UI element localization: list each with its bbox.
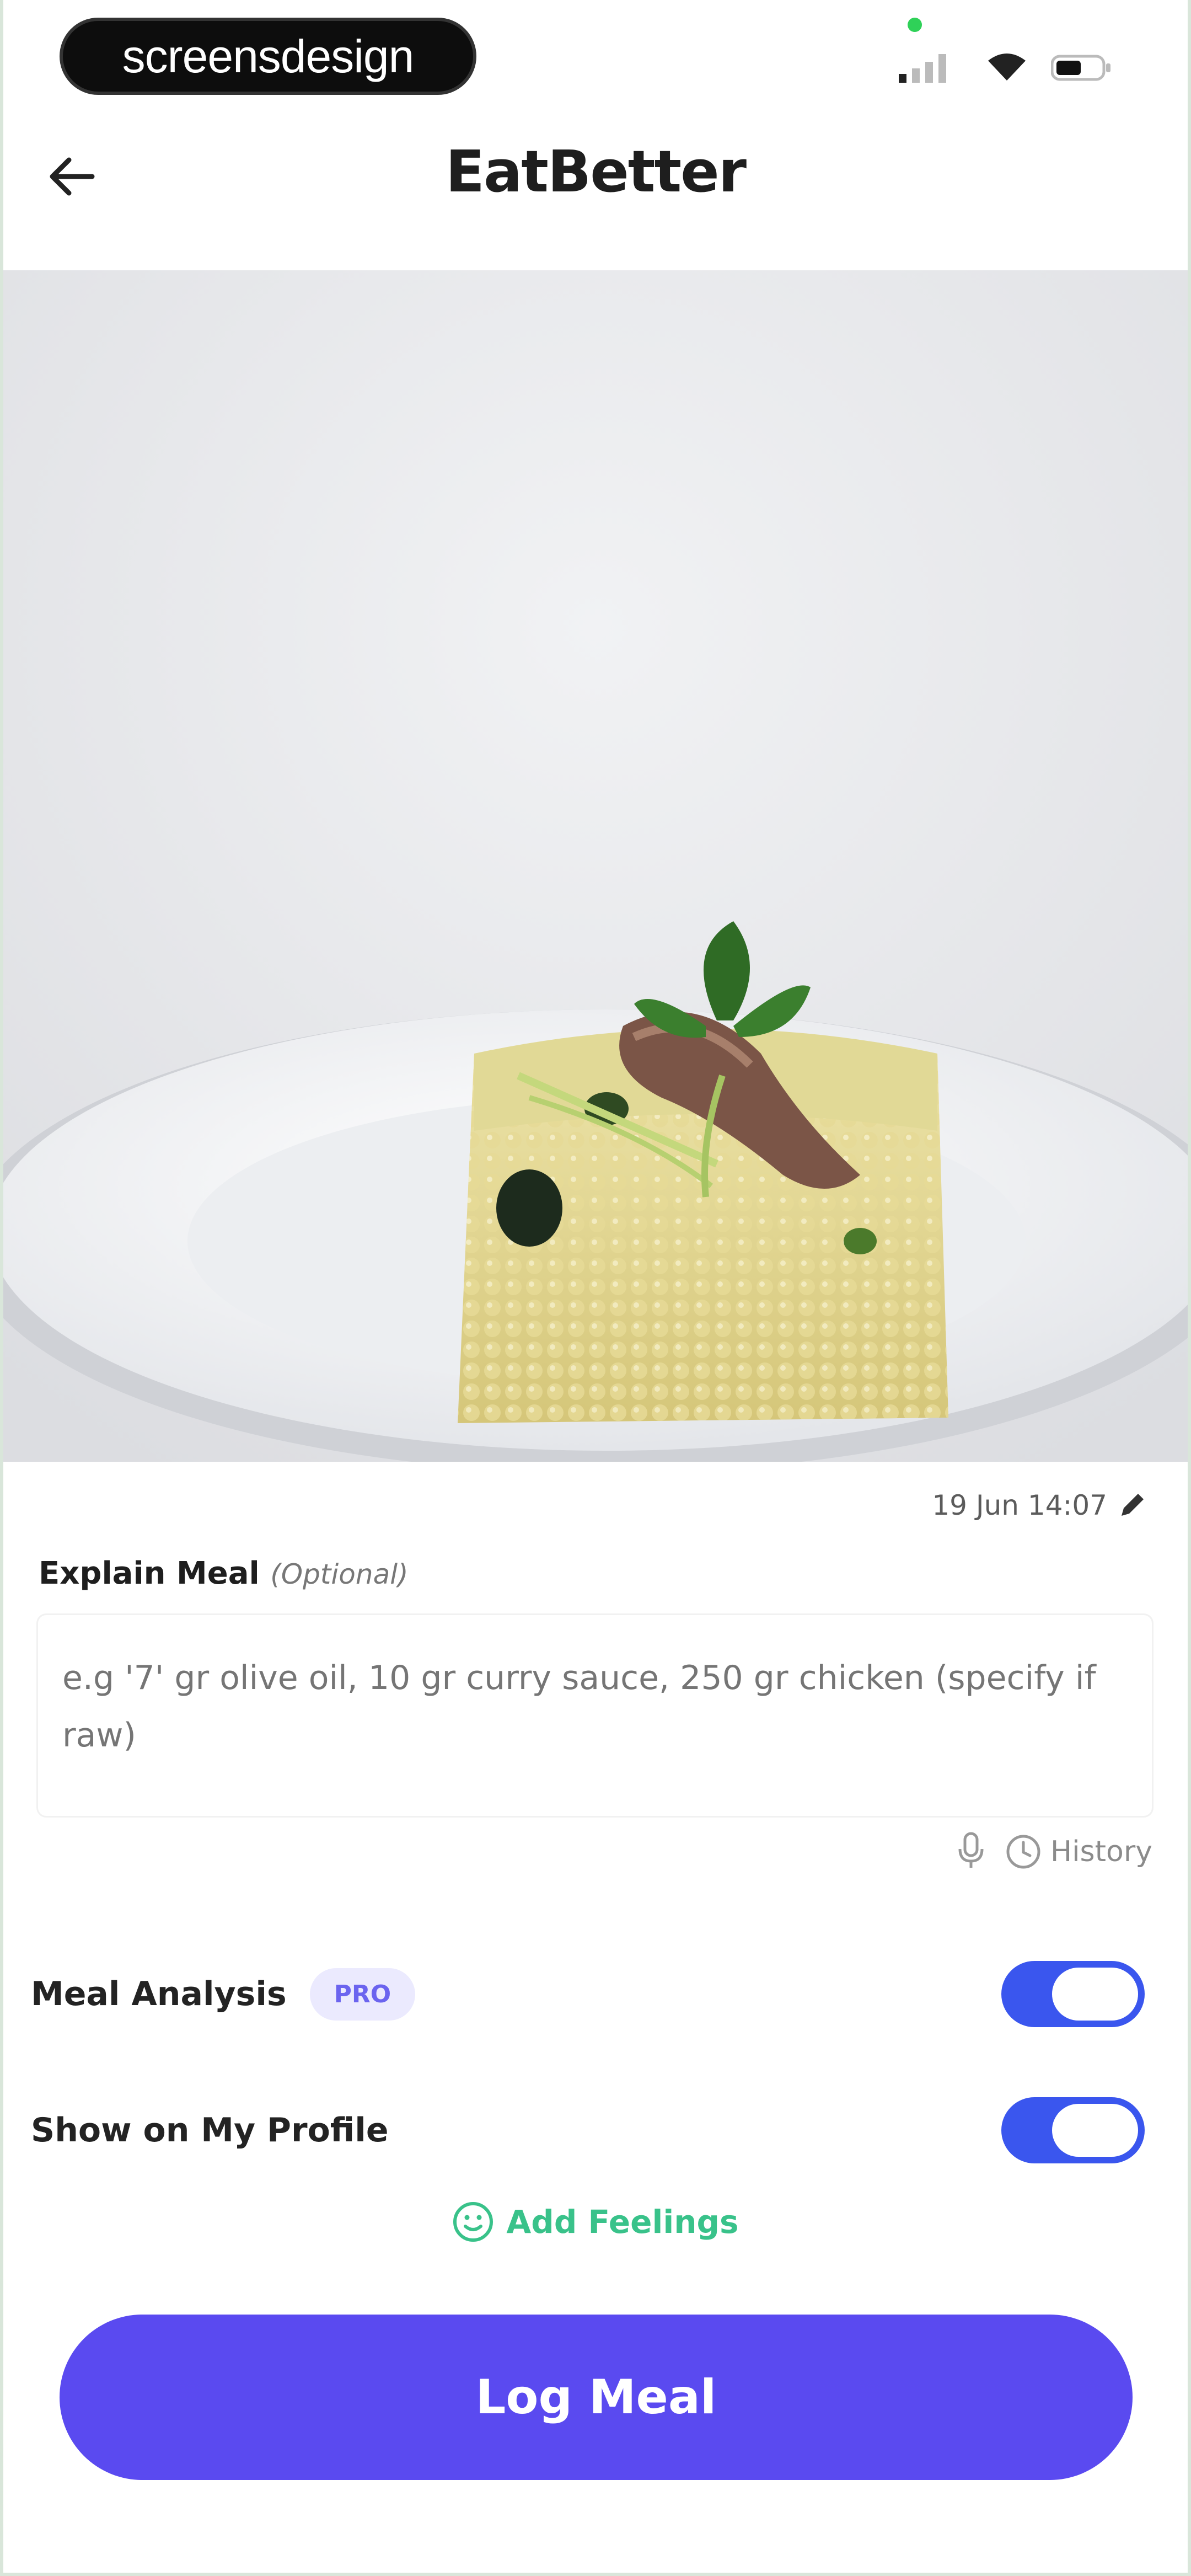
optional-hint: (Optional) <box>270 1558 409 1590</box>
show-profile-label: Show on My Profile <box>31 2111 389 2150</box>
status-icons <box>899 50 1119 88</box>
badge-text: screensdesign <box>122 30 415 82</box>
meal-description-input[interactable] <box>36 1613 1154 1818</box>
meal-analysis-toggle[interactable] <box>1001 1961 1145 2027</box>
pencil-icon <box>1122 1494 1144 1516</box>
input-tools: History <box>956 1831 1152 1872</box>
microphone-icon[interactable] <box>956 1831 986 1872</box>
app-title: EatBetter <box>446 138 747 205</box>
datetime-text: 19 Jun 14:07 <box>932 1489 1107 1521</box>
screensdesign-badge: screensdesign <box>60 18 476 95</box>
smiley-icon <box>453 2202 493 2242</box>
meal-datetime[interactable]: 19 Jun 14:07 <box>932 1489 1147 1521</box>
show-profile-toggle[interactable] <box>1001 2097 1145 2163</box>
add-feelings-container: Add Feelings <box>0 2201 1191 2243</box>
clock-icon <box>1006 1835 1040 1869</box>
explain-meal-title: Explain Meal <box>39 1556 260 1591</box>
show-profile-row: Show on My Profile <box>31 2094 1145 2166</box>
toggle-knob <box>1052 1968 1138 2021</box>
toggle-knob <box>1052 2104 1138 2157</box>
explain-meal-label: Explain Meal (Optional) <box>39 1556 409 1591</box>
meal-analysis-row: Meal Analysis PRO <box>31 1958 1145 2030</box>
add-feelings-label: Add Feelings <box>506 2203 739 2241</box>
meal-illustration <box>0 270 1191 1462</box>
add-feelings-button[interactable]: Add Feelings <box>452 2201 739 2243</box>
signal-icon <box>899 54 946 83</box>
privacy-indicator-dot <box>908 18 922 32</box>
history-button[interactable]: History <box>1005 1834 1152 1870</box>
battery-icon <box>1051 55 1110 81</box>
meal-photo[interactable] <box>0 270 1191 1462</box>
history-label: History <box>1050 1835 1152 1868</box>
meal-analysis-label: Meal Analysis <box>31 1975 287 2013</box>
log-meal-button[interactable]: Log Meal <box>60 2315 1133 2480</box>
pro-badge: PRO <box>309 1968 416 2021</box>
wifi-icon <box>988 54 1026 81</box>
